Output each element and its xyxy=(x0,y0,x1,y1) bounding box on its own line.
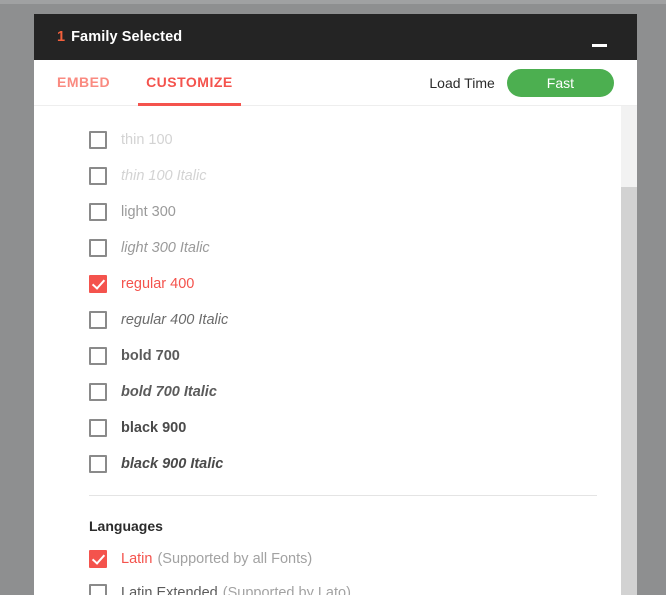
style-checkbox[interactable] xyxy=(89,311,107,329)
style-label: bold 700 xyxy=(121,348,180,364)
load-time-label: Load Time xyxy=(429,74,495,91)
style-row[interactable]: thin 100 Italic xyxy=(34,158,621,194)
style-row[interactable]: thin 100 xyxy=(34,122,621,158)
tab-bar: EMBED CUSTOMIZE Load Time Fast xyxy=(34,60,637,106)
style-row[interactable]: bold 700 Italic xyxy=(34,374,621,410)
style-row[interactable]: light 300 xyxy=(34,194,621,230)
language-name: Latin Extended xyxy=(121,585,218,595)
style-label: light 300 Italic xyxy=(121,240,210,256)
vertical-scrollbar-thumb[interactable] xyxy=(621,106,637,187)
language-name: Latin xyxy=(121,551,153,567)
style-checkbox[interactable] xyxy=(89,239,107,257)
style-label: thin 100 xyxy=(121,132,173,148)
load-time-group: Load Time Fast xyxy=(429,68,614,97)
dialog-title: Family Selected xyxy=(71,29,183,45)
minimize-icon[interactable] xyxy=(582,36,616,54)
style-checkbox[interactable] xyxy=(89,455,107,473)
language-row-selected[interactable]: Latin (Supported by all Fonts) xyxy=(34,542,621,576)
style-label: black 900 xyxy=(121,420,187,436)
style-label: regular 400 xyxy=(121,276,195,292)
language-list: Latin (Supported by all Fonts) Latin Ext… xyxy=(34,542,621,595)
style-row[interactable]: black 900 Italic xyxy=(34,446,621,482)
dialog-header: 1 Family Selected xyxy=(34,14,637,60)
font-style-list: thin 100 thin 100 Italic light 300 light… xyxy=(34,122,621,482)
language-support-note: (Supported by all Fonts) xyxy=(157,551,313,567)
language-checkbox-checked[interactable] xyxy=(89,550,107,568)
style-label: black 900 Italic xyxy=(121,456,224,472)
language-support-note: (Supported by Lato) xyxy=(222,585,351,595)
tab-customize[interactable]: CUSTOMIZE xyxy=(138,60,241,106)
style-checkbox[interactable] xyxy=(89,203,107,221)
languages-heading: Languages xyxy=(89,518,163,534)
style-label: bold 700 Italic xyxy=(121,384,217,400)
selected-family-count: 1 xyxy=(57,29,66,45)
language-row[interactable]: Latin Extended (Supported by Lato) xyxy=(34,576,621,595)
customize-panel: thin 100 thin 100 Italic light 300 light… xyxy=(34,106,621,595)
style-checkbox-checked[interactable] xyxy=(89,275,107,293)
minimize-bar xyxy=(591,43,607,47)
language-checkbox[interactable] xyxy=(89,584,107,595)
style-label: light 300 xyxy=(121,204,176,220)
style-row[interactable]: regular 400 Italic xyxy=(34,302,621,338)
style-row-selected[interactable]: regular 400 xyxy=(34,266,621,302)
style-row[interactable]: bold 700 xyxy=(34,338,621,374)
style-checkbox[interactable] xyxy=(89,131,107,149)
style-checkbox[interactable] xyxy=(89,383,107,401)
style-label: regular 400 Italic xyxy=(121,312,229,328)
vertical-scrollbar-track[interactable] xyxy=(621,106,637,595)
tab-embed[interactable]: EMBED xyxy=(57,60,110,105)
dialog-body: thin 100 thin 100 Italic light 300 light… xyxy=(34,106,637,595)
style-checkbox[interactable] xyxy=(89,419,107,437)
page-top-strip xyxy=(0,0,666,4)
style-row[interactable]: black 900 xyxy=(34,410,621,446)
style-checkbox[interactable] xyxy=(89,167,107,185)
style-checkbox[interactable] xyxy=(89,347,107,365)
load-time-badge[interactable]: Fast xyxy=(506,68,614,97)
style-row[interactable]: light 300 Italic xyxy=(34,230,621,266)
font-selection-dialog: 1 Family Selected EMBED CUSTOMIZE Load T… xyxy=(34,14,637,595)
style-label: thin 100 Italic xyxy=(121,168,207,184)
